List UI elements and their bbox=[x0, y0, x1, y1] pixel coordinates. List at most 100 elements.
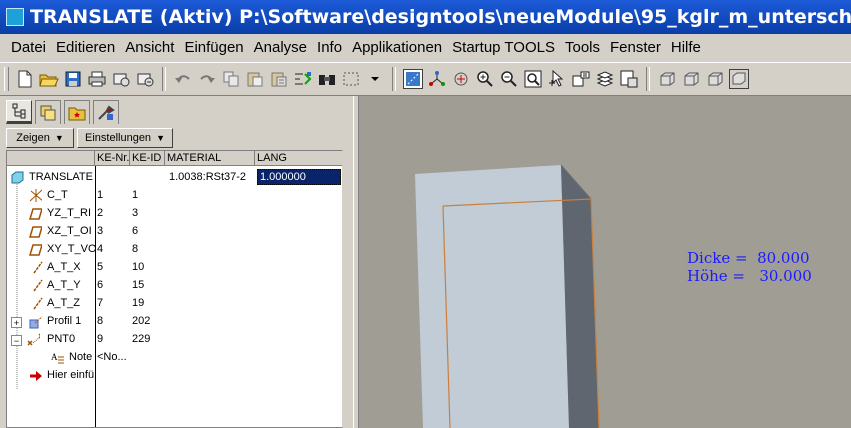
model-tree-tab[interactable] bbox=[6, 100, 32, 124]
redo-icon[interactable] bbox=[197, 69, 217, 89]
tree-item-label: C_T bbox=[47, 189, 68, 201]
menu-hilfe[interactable]: Hilfe bbox=[666, 39, 706, 56]
column-header-ke-nr[interactable]: KE-Nr. bbox=[95, 151, 130, 166]
send-icon[interactable] bbox=[111, 69, 131, 89]
column-header-ke-id[interactable]: KE-ID bbox=[130, 151, 165, 166]
tree-item-label: TRANSLATE bbox=[29, 171, 93, 183]
repaint-icon[interactable] bbox=[619, 69, 639, 89]
tree-row-root[interactable]: TRANSLATE 1.0038:RSt37-2 1.000000 bbox=[7, 168, 342, 186]
column-header-lang[interactable]: LANG bbox=[255, 151, 342, 166]
tree-item-label: A_T_Z bbox=[47, 297, 81, 309]
undo-icon[interactable] bbox=[173, 69, 193, 89]
tree-row[interactable]: YZ_T_RI 2 3 bbox=[7, 204, 342, 222]
tree-item-label: Hier einfü bbox=[47, 369, 95, 381]
tree-item-label: A_T_Y bbox=[47, 279, 81, 291]
title-bar: TRANSLATE (Aktiv) P:\Software\designtool… bbox=[0, 0, 851, 34]
menu-startup-tools[interactable]: Startup TOOLS bbox=[447, 39, 560, 56]
erase-icon[interactable] bbox=[135, 69, 155, 89]
sketch-icon bbox=[29, 315, 42, 328]
print-icon[interactable] bbox=[87, 69, 107, 89]
tree-row[interactable]: A Note <No... bbox=[7, 348, 342, 366]
ke-id-value: 15 bbox=[132, 279, 145, 291]
settings-button-label: Einstellungen bbox=[85, 132, 152, 144]
menu-datei[interactable]: Datei bbox=[0, 39, 51, 56]
ke-nr-value: 7 bbox=[97, 297, 104, 309]
orient-icon[interactable] bbox=[451, 69, 471, 89]
menu-fenster[interactable]: Fenster bbox=[605, 39, 666, 56]
datum-plane-icon bbox=[29, 225, 42, 238]
menu-editieren[interactable]: Editieren bbox=[51, 39, 120, 56]
dicke-label: Dicke = bbox=[687, 249, 748, 267]
ke-nr-value: 1 bbox=[97, 189, 104, 201]
tree-row[interactable]: XZ_T_OI 3 6 bbox=[7, 222, 342, 240]
tree-item-label: A_T_X bbox=[47, 261, 81, 273]
lang-value-field[interactable]: 1.000000 bbox=[257, 169, 341, 185]
ke-id-value: 19 bbox=[132, 297, 145, 309]
tree-row[interactable]: A_T_Y 6 15 bbox=[7, 276, 342, 294]
toolbar-separator bbox=[162, 67, 166, 91]
ke-nr-value: <No... bbox=[97, 351, 127, 363]
layers-icon[interactable] bbox=[595, 69, 615, 89]
column-header-material[interactable]: MATERIAL bbox=[165, 151, 255, 166]
part-front-face[interactable] bbox=[415, 165, 569, 428]
refit-icon[interactable] bbox=[523, 69, 543, 89]
menu-analyse[interactable]: Analyse bbox=[249, 39, 312, 56]
view-iso-icon[interactable] bbox=[729, 69, 749, 89]
tree-item-label: Note bbox=[69, 351, 93, 363]
menu-ansicht[interactable]: Ansicht bbox=[120, 39, 179, 56]
dicke-value: 80.000 bbox=[757, 249, 810, 267]
regenerate-icon[interactable] bbox=[293, 69, 313, 89]
show-button-label: Zeigen bbox=[16, 132, 50, 144]
collapse-icon[interactable]: − bbox=[11, 335, 22, 346]
tools-tab[interactable] bbox=[93, 100, 119, 124]
tree-row[interactable]: A_T_Z 7 19 bbox=[7, 294, 342, 312]
tree-row[interactable]: XY_T_VO 4 8 bbox=[7, 240, 342, 258]
menu-applikationen[interactable]: Applikationen bbox=[347, 39, 447, 56]
view-top-icon[interactable] bbox=[681, 69, 701, 89]
show-button[interactable]: Zeigen ▼ bbox=[6, 128, 74, 148]
favorites-tab[interactable] bbox=[64, 100, 90, 124]
select-box-icon[interactable] bbox=[341, 69, 361, 89]
chevron-down-icon: ▼ bbox=[54, 133, 64, 143]
new-file-icon[interactable] bbox=[15, 69, 35, 89]
select-icon[interactable] bbox=[547, 69, 567, 89]
app-icon[interactable] bbox=[6, 8, 24, 26]
column-header-name[interactable] bbox=[7, 151, 95, 166]
main-toolbar bbox=[0, 62, 851, 96]
paste-special-icon[interactable] bbox=[269, 69, 289, 89]
ke-nr-value: 9 bbox=[97, 333, 104, 345]
ke-nr-value: 4 bbox=[97, 243, 104, 255]
open-folder-icon[interactable] bbox=[39, 69, 59, 89]
graphics-viewport[interactable]: Dicke = 80.000 Höhe = 30.000 bbox=[359, 96, 851, 428]
paste-icon[interactable] bbox=[245, 69, 265, 89]
tree-row[interactable]: − PNT0 9 229 bbox=[7, 330, 342, 348]
layer-tab[interactable] bbox=[35, 100, 61, 124]
tree-row[interactable]: + Profil 1 8 202 bbox=[7, 312, 342, 330]
save-icon[interactable] bbox=[63, 69, 83, 89]
ke-nr-value: 6 bbox=[97, 279, 104, 291]
tree-row[interactable]: C_T 1 1 bbox=[7, 186, 342, 204]
ke-id-value: 6 bbox=[132, 225, 139, 237]
annotation-icon[interactable] bbox=[571, 69, 591, 89]
tree-row[interactable]: Hier einfü bbox=[7, 366, 342, 384]
ke-id-value: 229 bbox=[132, 333, 151, 345]
tree-row[interactable]: A_T_X 5 10 bbox=[7, 258, 342, 276]
datum-display-icon[interactable] bbox=[403, 69, 423, 89]
zoom-in-icon[interactable] bbox=[475, 69, 495, 89]
menu-tools[interactable]: Tools bbox=[560, 39, 605, 56]
copy-icon[interactable] bbox=[221, 69, 241, 89]
settings-button[interactable]: Einstellungen ▼ bbox=[77, 128, 173, 148]
menu-info[interactable]: Info bbox=[312, 39, 347, 56]
zoom-out-icon[interactable] bbox=[499, 69, 519, 89]
dimension-annotation: Dicke = 80.000 Höhe = 30.000 bbox=[687, 249, 812, 285]
dropdown-icon[interactable] bbox=[365, 69, 385, 89]
find-icon[interactable] bbox=[317, 69, 337, 89]
expand-icon[interactable]: + bbox=[11, 317, 22, 328]
chevron-down-icon: ▼ bbox=[156, 133, 165, 143]
view-right-icon[interactable] bbox=[705, 69, 725, 89]
toolbar-grip[interactable] bbox=[4, 67, 9, 91]
spin-center-icon[interactable] bbox=[427, 69, 447, 89]
material-value: 1.0038:RSt37-2 bbox=[169, 171, 247, 183]
menu-einfuegen[interactable]: Einfügen bbox=[179, 39, 248, 56]
view-front-icon[interactable] bbox=[657, 69, 677, 89]
